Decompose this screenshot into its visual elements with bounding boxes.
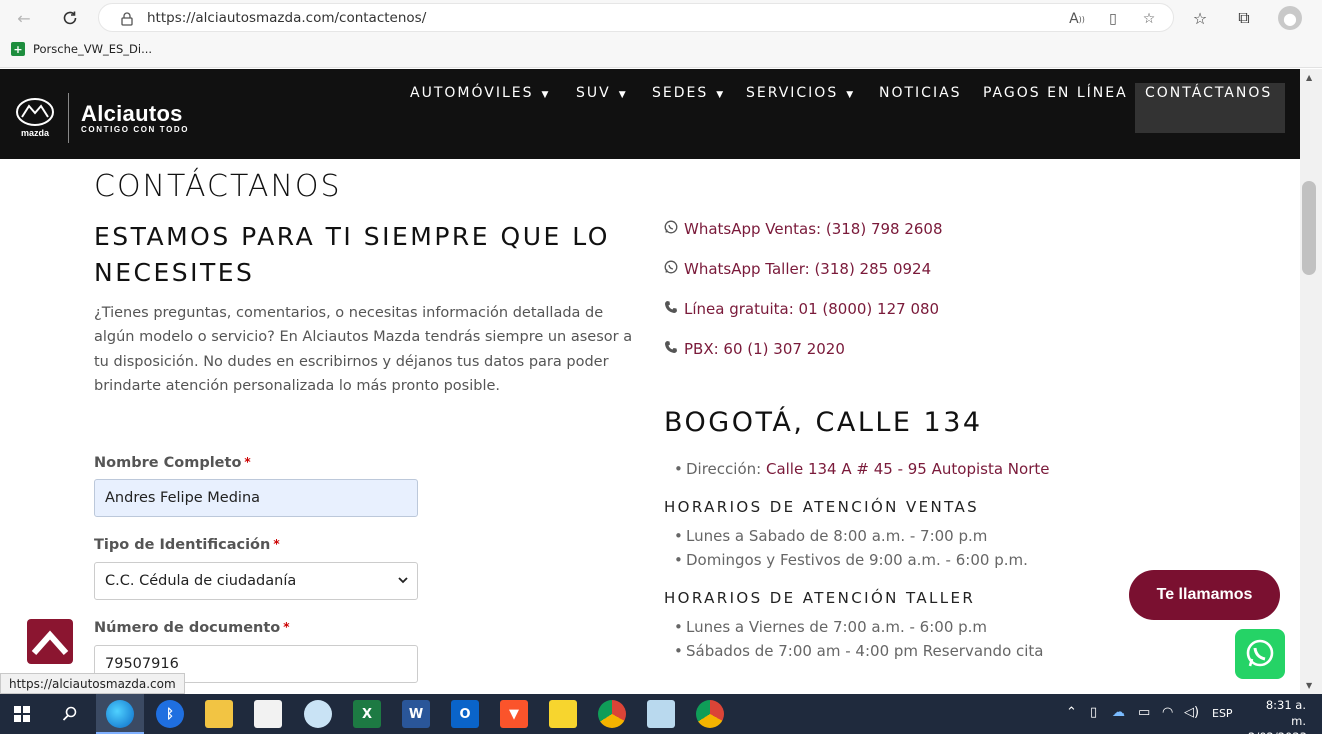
branch-title: BOGOTÁ, CALLE 134 <box>664 407 983 438</box>
whatsapp-float-button[interactable] <box>1235 629 1285 679</box>
page-scrollbar[interactable]: ▲ ▼ <box>1300 69 1322 694</box>
scroll-to-top-button[interactable] <box>27 619 73 664</box>
word-icon[interactable]: W <box>402 700 430 728</box>
chrome-profile-icon[interactable] <box>696 700 724 728</box>
whatsapp-icon <box>1246 639 1274 667</box>
doc-label: Número de documento * <box>94 620 290 636</box>
bookmark-label: Porsche_VW_ES_Di... <box>33 42 153 56</box>
wifi-icon[interactable]: ◠ <box>1162 705 1173 720</box>
add-favorite-icon[interactable]: ☆ <box>1139 9 1159 29</box>
shop-hours-heading: HORARIOS DE ATENCIÓN TALLER <box>664 589 976 607</box>
address-link[interactable]: Calle 134 A # 45 - 95 Autopista Norte <box>766 460 1050 478</box>
nav-item-noticias[interactable]: NOTICIAS <box>879 85 962 101</box>
address-bar[interactable]: https://alciautosmazda.com/contactenos/ … <box>98 3 1174 32</box>
nav-item-contactanos[interactable]: CONTÁCTANOS <box>1145 85 1272 101</box>
sales-hours-item: Lunes a Sabado de 8:00 a.m. - 7:00 p.m <box>674 527 987 545</box>
whatsapp-icon <box>664 220 678 238</box>
chevron-up-icon <box>31 629 69 655</box>
contact-pbx[interactable]: PBX: 60 (1) 307 2020 <box>664 340 845 358</box>
sales-hours-heading: HORARIOS DE ATENCIÓN VENTAS <box>664 498 980 516</box>
clock-time: 8:31 a. m. <box>1265 698 1306 728</box>
language-indicator[interactable]: ESP <box>1212 707 1233 720</box>
edge-browser-icon[interactable] <box>106 700 134 728</box>
sales-hours-item: Domingos y Festivos de 9:00 a.m. - 6:00 … <box>674 551 1028 569</box>
id-type-selected: C.C. Cédula de ciudadanía <box>105 573 297 589</box>
caret-down-icon: ▼ <box>846 90 856 100</box>
phone-icon <box>664 300 678 318</box>
chrome-icon[interactable] <box>598 700 626 728</box>
lock-icon[interactable] <box>117 9 137 29</box>
chevron-down-icon <box>397 574 409 589</box>
browser-toolbar: ← https://alciautosmazda.com/contactenos… <box>0 0 1322 35</box>
volume-icon[interactable]: ◁) <box>1184 705 1199 720</box>
meet-now-icon[interactable]: ▯ <box>1090 705 1097 720</box>
site-header: mazda Alciautos CONTIGO CON TODO AUTOMÓV… <box>0 69 1300 159</box>
name-input[interactable]: Andres Felipe Medina <box>94 479 418 517</box>
logo-divider <box>68 93 69 143</box>
page-title: CONTÁCTANOS <box>94 169 342 204</box>
section-subtitle: ESTAMOS PARA TI SIEMPRE QUE LO NECESITES <box>94 222 610 287</box>
nav-item-suv[interactable]: SUV ▼ <box>576 85 628 101</box>
status-bar-url: https://alciautosmazda.com <box>0 673 185 694</box>
nav-item-servicios[interactable]: SERVICIOS ▼ <box>746 85 855 101</box>
shop-hours-item: Sábados de 7:00 am - 4:00 pm Reservando … <box>674 642 1043 660</box>
page-content: CONTÁCTANOS ESTAMOS PARA TI SIEMPRE QUE … <box>0 159 1300 694</box>
shop-hours-item: Lunes a Viernes de 7:00 a.m. - 6:00 p.m <box>674 618 987 636</box>
notepad-icon[interactable] <box>254 700 282 728</box>
scroll-thumb[interactable] <box>1302 181 1316 275</box>
brand-name[interactable]: Alciautos <box>81 101 183 127</box>
mazda-logo-icon[interactable]: mazda <box>12 97 58 138</box>
intro-paragraph: ¿Tienes preguntas, comentarios, o necesi… <box>94 305 633 395</box>
id-type-select[interactable]: C.C. Cédula de ciudadanía <box>94 562 418 600</box>
clock-date: 2/02/2023 <box>1248 730 1307 744</box>
name-label: Nombre Completo * <box>94 455 251 471</box>
brand-tagline: CONTIGO CON TODO <box>81 125 190 134</box>
bookmark-item[interactable]: + Porsche_VW_ES_Di... <box>11 42 152 56</box>
windows-taskbar: ᛒ X W O ▼ ⌃ ▯ ☁ ▭ ◠ ◁) ESP 8:31 a. m. 2/… <box>0 694 1322 744</box>
file-explorer-icon[interactable] <box>205 700 233 728</box>
spreadsheet-favicon-icon: + <box>11 42 25 56</box>
bookmarks-bar: + Porsche_VW_ES_Di... <box>0 35 1322 68</box>
system-clock[interactable]: 8:31 a. m. 2/02/2023 <box>1248 697 1307 745</box>
sticky-notes-icon[interactable] <box>549 700 577 728</box>
back-icon[interactable]: ← <box>12 6 36 30</box>
scroll-up-icon[interactable]: ▲ <box>1306 73 1312 82</box>
excel-icon[interactable]: X <box>353 700 381 728</box>
battery-icon[interactable]: ▭ <box>1138 705 1150 720</box>
branch-address: Dirección: Calle 134 A # 45 - 95 Autopis… <box>674 460 1050 478</box>
caret-down-icon: ▼ <box>541 90 551 100</box>
whatsapp-icon <box>664 260 678 278</box>
call-me-button[interactable]: Te llamamos <box>1129 570 1280 620</box>
nav-item-automoviles[interactable]: AUTOMÓVILES ▼ <box>410 85 550 101</box>
contact-whatsapp-shop[interactable]: WhatsApp Taller: (318) 285 0924 <box>664 260 931 278</box>
caret-down-icon: ▼ <box>716 90 726 100</box>
snipping-tool-icon[interactable] <box>304 700 332 728</box>
outlook-icon[interactable]: O <box>451 700 479 728</box>
immersive-reader-icon[interactable]: ▯ <box>1103 9 1123 29</box>
bluetooth-icon[interactable]: ᛒ <box>156 700 184 728</box>
profile-avatar-icon[interactable]: ● <box>1278 6 1302 30</box>
collections-icon[interactable]: ⧉ <box>1232 6 1256 30</box>
favorites-icon[interactable]: ☆ <box>1188 6 1212 30</box>
ink-tool-icon[interactable] <box>647 700 675 728</box>
phone-icon <box>664 340 678 358</box>
scroll-down-icon[interactable]: ▼ <box>1306 681 1312 690</box>
caret-down-icon: ▼ <box>618 90 628 100</box>
nav-item-sedes[interactable]: SEDES ▼ <box>652 85 725 101</box>
refresh-icon[interactable] <box>58 6 82 30</box>
contact-toll-free[interactable]: Línea gratuita: 01 (8000) 127 080 <box>664 300 939 318</box>
mazda-wordmark: mazda <box>20 128 49 138</box>
contact-whatsapp-sales[interactable]: WhatsApp Ventas: (318) 798 2608 <box>664 220 943 238</box>
id-type-label: Tipo de Identificación * <box>94 537 280 553</box>
tray-expand-icon[interactable]: ⌃ <box>1066 705 1077 720</box>
read-aloud-icon[interactable]: A)) <box>1067 9 1087 29</box>
search-icon[interactable] <box>56 700 84 728</box>
onedrive-icon[interactable]: ☁ <box>1112 705 1125 720</box>
brave-browser-icon[interactable]: ▼ <box>500 700 528 728</box>
nav-item-pagos[interactable]: PAGOS EN LÍNEA <box>983 85 1128 101</box>
url-text[interactable]: https://alciautosmazda.com/contactenos/ <box>147 10 426 26</box>
windows-start-icon[interactable] <box>8 700 36 728</box>
